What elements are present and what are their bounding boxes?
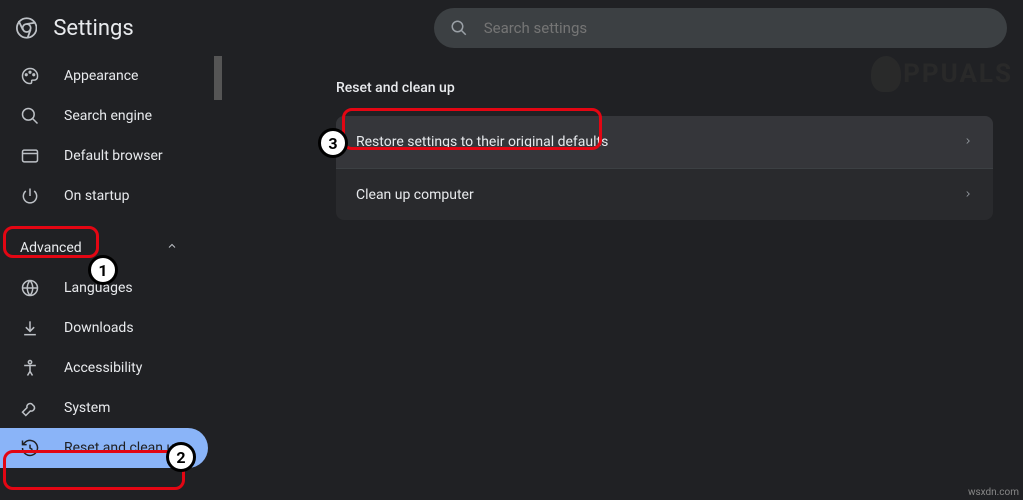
wrench-icon [20, 398, 40, 418]
sidebar: Appearance Search engine Default browser… [0, 56, 222, 500]
advanced-label: Advanced [20, 240, 82, 256]
main-content: Reset and clean up Restore settings to t… [222, 56, 1023, 500]
browser-icon [20, 146, 40, 166]
sidebar-item-label: Reset and clean up [64, 440, 182, 456]
search-icon [450, 19, 468, 37]
search-input[interactable] [484, 19, 991, 37]
watermark-corner: wsxdn.com [964, 485, 1023, 500]
appearance-icon [20, 66, 40, 86]
chrome-logo-icon [16, 16, 37, 40]
sidebar-item-reset-and-clean-up[interactable]: Reset and clean up [0, 428, 208, 468]
sidebar-item-appearance[interactable]: Appearance [0, 56, 208, 96]
row-restore-defaults[interactable]: Restore settings to their original defau… [336, 116, 993, 168]
restore-icon [20, 438, 40, 458]
sidebar-item-label: On startup [64, 188, 130, 204]
sidebar-item-languages[interactable]: Languages [0, 268, 208, 308]
row-label: Restore settings to their original defau… [356, 134, 608, 150]
sidebar-item-on-startup[interactable]: On startup [0, 176, 208, 216]
section-title: Reset and clean up [336, 80, 993, 96]
power-icon [20, 186, 40, 206]
scrollbar-track [214, 56, 222, 500]
accessibility-icon [20, 358, 40, 378]
chevron-up-icon [166, 240, 178, 256]
sidebar-item-label: Search engine [64, 108, 152, 124]
row-clean-up-computer[interactable]: Clean up computer [336, 168, 993, 220]
search-icon [20, 106, 40, 126]
sidebar-item-label: Languages [64, 280, 133, 296]
sidebar-item-label: Appearance [64, 68, 138, 84]
chevron-right-icon [963, 187, 973, 203]
globe-icon [20, 278, 40, 298]
settings-card: Restore settings to their original defau… [336, 116, 993, 220]
sidebar-item-downloads[interactable]: Downloads [0, 308, 208, 348]
search-bar[interactable] [434, 8, 1007, 48]
download-icon [20, 318, 40, 338]
chevron-right-icon [963, 134, 973, 150]
header: Settings [0, 0, 1023, 56]
sidebar-item-label: Accessibility [64, 360, 142, 376]
sidebar-item-label: Default browser [64, 148, 163, 164]
sidebar-item-default-browser[interactable]: Default browser [0, 136, 208, 176]
scrollbar-thumb[interactable] [214, 56, 222, 100]
sidebar-item-label: Downloads [64, 320, 134, 336]
sidebar-advanced-toggle[interactable]: Advanced [0, 228, 208, 268]
sidebar-item-search-engine[interactable]: Search engine [0, 96, 208, 136]
sidebar-item-system[interactable]: System [0, 388, 208, 428]
sidebar-item-accessibility[interactable]: Accessibility [0, 348, 208, 388]
page-title: Settings [53, 16, 133, 41]
sidebar-item-label: System [64, 400, 110, 416]
row-label: Clean up computer [356, 187, 474, 203]
